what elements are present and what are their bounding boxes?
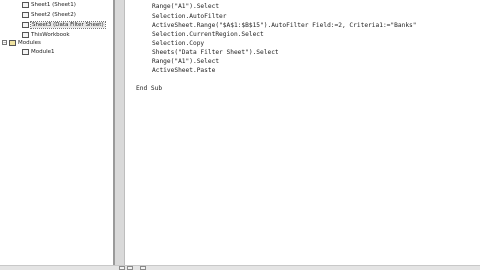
code-line: ActiveSheet.Range("$A$1:$B$15").AutoFilt… [152, 22, 417, 29]
collapse-toggle[interactable]: − [2, 40, 7, 45]
code-line: End Sub [136, 85, 163, 92]
scroll-left-button[interactable] [140, 266, 146, 270]
full-module-view-button[interactable] [127, 266, 133, 270]
module-icon [22, 49, 29, 55]
worksheet-icon [22, 2, 29, 8]
bottom-scrollbar[interactable] [0, 265, 480, 270]
code-line: Range("A1").Select [152, 3, 220, 10]
code-line: Selection.CurrentRegion.Select [152, 31, 264, 38]
code-line: Sheets("Data Filter Sheet").Select [152, 49, 279, 56]
code-line: Selection.Copy [152, 40, 205, 47]
worksheet-icon [22, 12, 29, 18]
worksheet-icon [22, 22, 29, 28]
tree-item-label: Sheet2 (Sheet2) [31, 12, 76, 18]
code-line: Range("A1").Select [152, 58, 220, 65]
tree-item-sheet3[interactable]: Sheet3 (Data Filter Sheet) [22, 20, 106, 30]
margin-indicator-bar [115, 0, 125, 265]
tree-item-sheet1[interactable]: Sheet1 (Sheet1) [22, 0, 76, 10]
code-line: ActiveSheet.Paste [152, 67, 216, 74]
tree-item-module1[interactable]: Module1 [22, 47, 55, 57]
tree-item-label: Module1 [31, 49, 55, 55]
project-explorer: Sheet1 (Sheet1) Sheet2 (Sheet2) Sheet3 (… [0, 0, 113, 265]
tree-item-sheet2[interactable]: Sheet2 (Sheet2) [22, 10, 76, 20]
tree-item-label: Sheet3 (Data Filter Sheet) [30, 21, 106, 29]
procedure-view-button[interactable] [119, 266, 125, 270]
folder-icon [9, 40, 16, 46]
code-window[interactable]: Range("A1").Select Selection.AutoFilter … [133, 0, 478, 265]
tree-item-label: Sheet1 (Sheet1) [31, 2, 76, 8]
code-line: Selection.AutoFilter [152, 13, 227, 20]
tree-item-label: Modules [18, 40, 41, 46]
